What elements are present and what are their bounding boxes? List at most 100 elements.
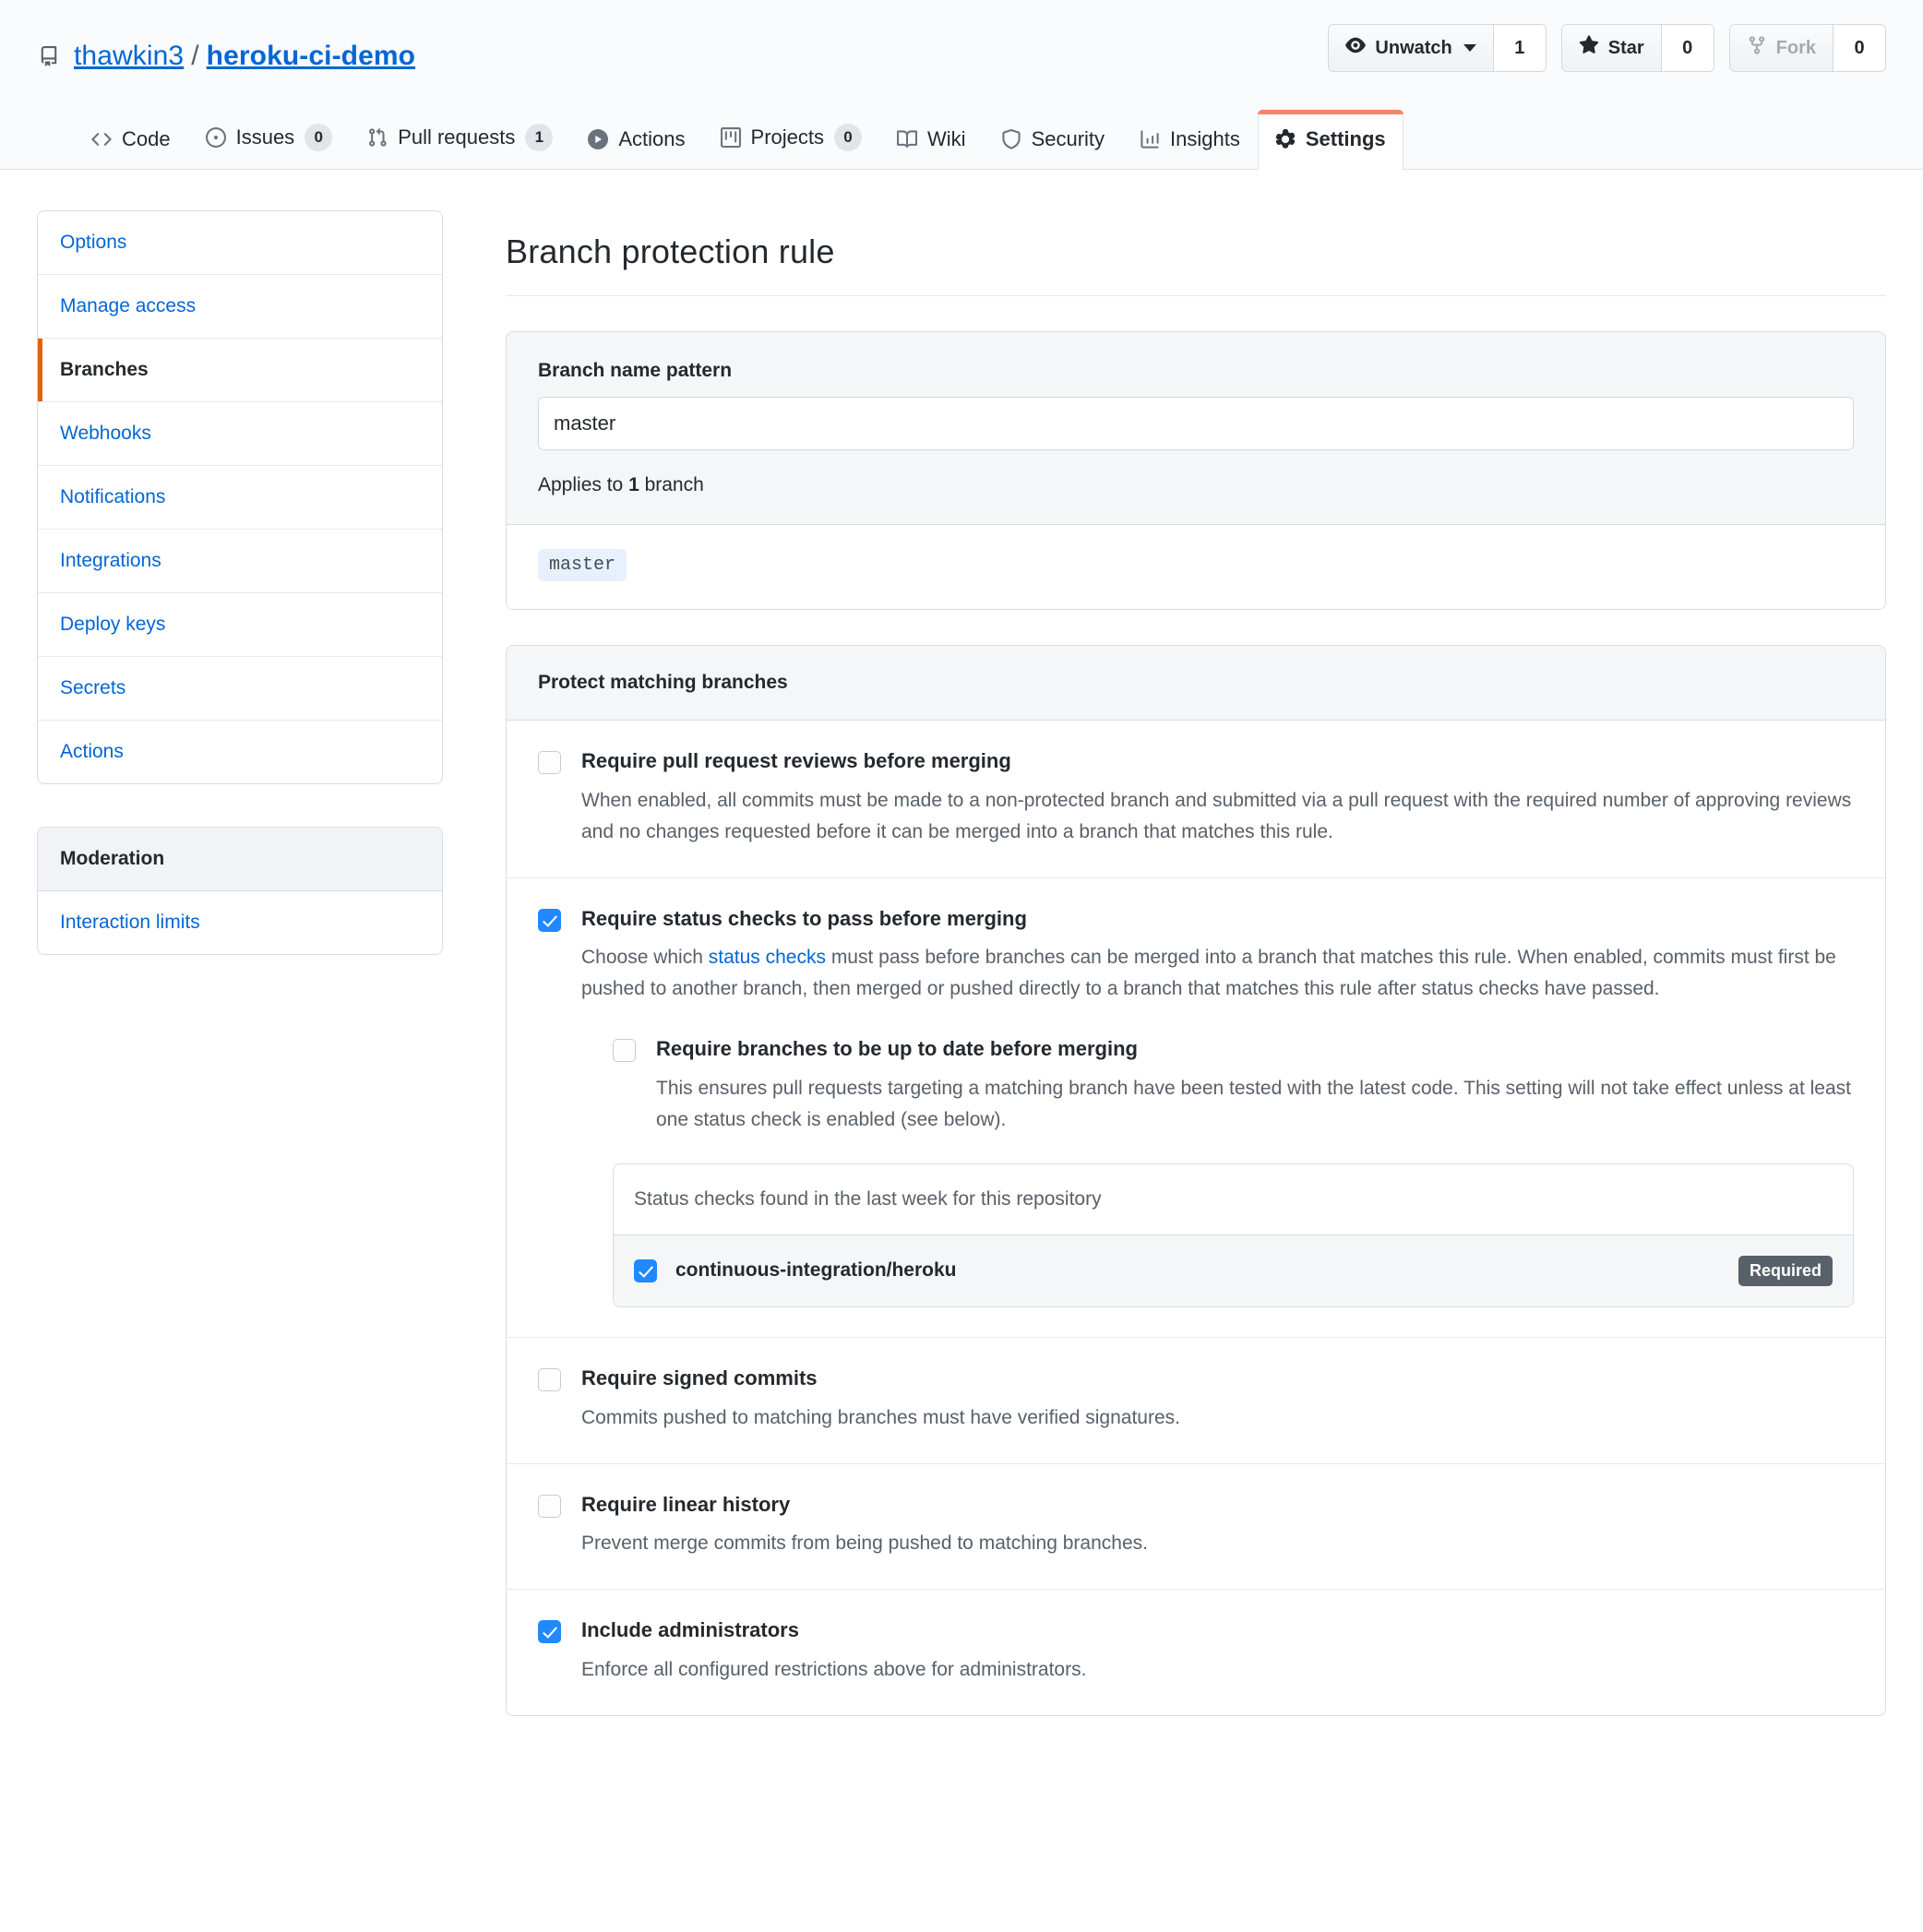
sidebar-item-integrations[interactable]: Integrations (38, 530, 442, 593)
tab-projects-label: Projects (751, 125, 824, 149)
applies-to-prefix: Applies to (538, 474, 628, 495)
protect-matching-branches-card: Protect matching branches Require pull r… (506, 645, 1886, 1716)
tab-security-label: Security (1032, 127, 1105, 151)
repo-icon (37, 42, 61, 70)
star-count[interactable]: 0 (1662, 25, 1714, 71)
applies-to-suffix: branch (639, 474, 704, 495)
require-status-checks-desc-before: Choose which (581, 947, 709, 968)
sidebar-item-interaction-limits[interactable]: Interaction limits (38, 891, 442, 954)
require-pull-request-reviews-title: Require pull request reviews before merg… (581, 748, 1854, 775)
sidebar-item-branches[interactable]: Branches (38, 339, 442, 402)
fork-icon (1747, 35, 1767, 61)
status-check-checkbox[interactable] (634, 1259, 657, 1282)
sidebar-item-webhooks[interactable]: Webhooks (38, 402, 442, 466)
git-pull-request-icon (367, 127, 388, 148)
page-breadcrumb: thawkin3/heroku-ci-demo (74, 40, 415, 73)
tab-wiki[interactable]: Wiki (879, 110, 984, 170)
settings-sidebar: Options Manage access Branches Webhooks … (37, 210, 443, 955)
fork-button[interactable]: Fork (1730, 25, 1833, 71)
require-branches-up-to-date-title: Require branches to be up to date before… (656, 1036, 1854, 1063)
tab-issues-counter: 0 (305, 124, 332, 151)
unwatch-label: Unwatch (1375, 38, 1451, 59)
require-signed-commits-desc: Commits pushed to matching branches must… (581, 1402, 1854, 1434)
require-signed-commits-title: Require signed commits (581, 1366, 1854, 1392)
tab-security[interactable]: Security (984, 110, 1122, 170)
require-linear-history-desc: Prevent merge commits from being pushed … (581, 1528, 1854, 1559)
star-button-group[interactable]: Star 0 (1561, 24, 1714, 72)
include-administrators-desc: Enforce all configured restrictions abov… (581, 1654, 1854, 1686)
settings-page: Options Manage access Branches Webhooks … (0, 170, 1923, 1716)
fork-label: Fork (1776, 38, 1816, 59)
repo-name-link[interactable]: heroku-ci-demo (207, 41, 415, 71)
project-icon (721, 127, 741, 148)
rule-require-branches-up-to-date: Require branches to be up to date before… (613, 1036, 1854, 1136)
unwatch-button[interactable]: Unwatch (1329, 25, 1493, 71)
require-pull-request-reviews-desc: When enabled, all commits must be made t… (581, 785, 1854, 848)
graph-icon (1140, 129, 1160, 149)
matched-branch-list: master (507, 525, 1885, 609)
tab-insights[interactable]: Insights (1122, 110, 1258, 170)
tab-projects-counter: 0 (834, 124, 862, 151)
branch-name-pattern-input[interactable] (538, 397, 1854, 450)
require-branches-up-to-date-desc: This ensures pull requests targeting a m… (656, 1073, 1854, 1136)
require-status-checks-desc: Choose which status checks must pass bef… (581, 942, 1854, 1005)
tab-projects[interactable]: Projects 0 (703, 106, 879, 170)
issue-opened-icon (206, 127, 226, 148)
require-branches-up-to-date-checkbox[interactable] (613, 1039, 636, 1062)
branch-name-pattern-label: Branch name pattern (538, 360, 1854, 382)
applies-to-count: 1 (628, 474, 639, 495)
include-administrators-checkbox[interactable] (538, 1620, 561, 1643)
rule-require-signed-commits: Require signed commits Commits pushed to… (507, 1338, 1885, 1464)
status-checks-box-header: Status checks found in the last week for… (614, 1164, 1853, 1235)
rule-require-status-checks: Require status checks to pass before mer… (507, 878, 1885, 1338)
status-badge: Required (1738, 1256, 1833, 1286)
tab-wiki-label: Wiki (927, 127, 966, 151)
sidebar-item-options[interactable]: Options (38, 211, 442, 275)
star-icon (1579, 35, 1599, 61)
repo-action-buttons: Unwatch 1 Star 0 (1328, 24, 1886, 72)
branch-name-pattern-card: Branch name pattern Applies to 1 branch … (506, 331, 1886, 610)
book-icon (897, 129, 917, 149)
tab-insights-label: Insights (1170, 127, 1240, 151)
tab-issues[interactable]: Issues 0 (188, 106, 351, 170)
require-pull-request-reviews-checkbox[interactable] (538, 751, 561, 774)
tab-pull-requests[interactable]: Pull requests 1 (350, 106, 570, 170)
page-title: Branch protection rule (506, 233, 1886, 296)
repo-header: thawkin3/heroku-ci-demo Unwatch 1 (0, 0, 1923, 170)
status-checks-link[interactable]: status checks (709, 947, 826, 968)
fork-count[interactable]: 0 (1833, 25, 1885, 71)
watch-count[interactable]: 1 (1494, 25, 1546, 71)
rule-require-linear-history: Require linear history Prevent merge com… (507, 1464, 1885, 1591)
tab-actions[interactable]: Actions (570, 110, 702, 170)
sidebar-item-notifications[interactable]: Notifications (38, 466, 442, 530)
fork-button-group[interactable]: Fork 0 (1729, 24, 1886, 72)
protect-matching-branches-heading: Protect matching branches (507, 646, 1885, 721)
sidebar-item-manage-access[interactable]: Manage access (38, 275, 442, 339)
matched-branch-chip: master (538, 549, 627, 581)
tab-code-label: Code (122, 127, 171, 151)
tab-settings[interactable]: Settings (1258, 110, 1403, 170)
eye-icon (1345, 35, 1366, 61)
sidebar-item-deploy-keys[interactable]: Deploy keys (38, 593, 442, 657)
require-linear-history-checkbox[interactable] (538, 1495, 561, 1518)
status-checks-box: Status checks found in the last week for… (613, 1163, 1854, 1307)
repo-nav-tabs: Code Issues 0 Pull requests 1 Actions (37, 105, 1886, 169)
settings-content: Branch protection rule Branch name patte… (506, 210, 1886, 1716)
repo-owner-link[interactable]: thawkin3 (74, 41, 184, 71)
branch-name-pattern-section: Branch name pattern Applies to 1 branch (507, 332, 1885, 525)
tab-code[interactable]: Code (74, 110, 188, 170)
status-check-row[interactable]: continuous-integration/heroku Required (614, 1235, 1853, 1306)
moderation-menu: Moderation Interaction limits (37, 827, 443, 955)
applies-to-text: Applies to 1 branch (538, 474, 1854, 496)
star-button[interactable]: Star (1562, 25, 1662, 71)
require-status-checks-checkbox[interactable] (538, 909, 561, 932)
require-status-checks-title: Require status checks to pass before mer… (581, 906, 1854, 933)
sidebar-item-actions[interactable]: Actions (38, 721, 442, 783)
tab-actions-label: Actions (618, 127, 685, 151)
tab-issues-label: Issues (236, 125, 295, 149)
moderation-heading: Moderation (38, 828, 442, 891)
sidebar-item-secrets[interactable]: Secrets (38, 657, 442, 721)
watch-button-group[interactable]: Unwatch 1 (1328, 24, 1546, 72)
require-signed-commits-checkbox[interactable] (538, 1368, 561, 1391)
tab-settings-label: Settings (1306, 127, 1386, 151)
